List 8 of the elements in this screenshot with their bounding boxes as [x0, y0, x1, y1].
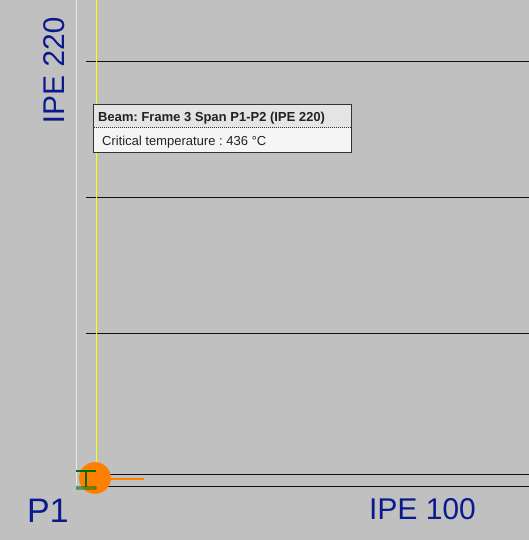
tooltip-text: Critical temperature : 436 °C	[101, 132, 268, 150]
load-line	[110, 478, 144, 480]
tooltip-title: Beam: Frame 3 Span P1-P2 (IPE 220)	[94, 105, 351, 128]
section-label: IPE 100	[369, 495, 476, 525]
node-marker	[79, 462, 111, 494]
node-label: P1	[27, 494, 69, 528]
i-beam-icon	[76, 470, 96, 490]
section-label: IPE 220	[40, 16, 70, 124]
